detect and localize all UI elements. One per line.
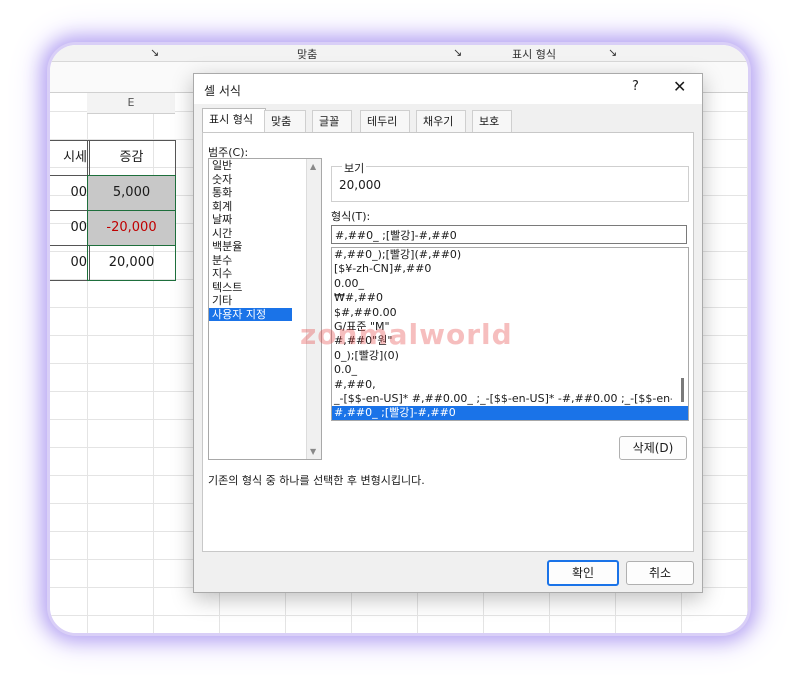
tab-border[interactable]: 테두리: [360, 110, 410, 133]
tab-alignment[interactable]: 맞춤: [264, 110, 306, 133]
category-item[interactable]: 날짜: [209, 213, 321, 227]
alignment-launcher-icon[interactable]: ↘: [150, 46, 159, 59]
cell-e-2[interactable]: -20,000: [87, 210, 176, 246]
watermark: zonmalworld: [300, 318, 513, 351]
category-item[interactable]: 일반: [209, 159, 321, 173]
category-item[interactable]: 기타: [209, 294, 321, 308]
number-launcher-icon[interactable]: ↘: [608, 46, 617, 59]
format-item[interactable]: #,##0_);[빨강](#,##0): [332, 248, 688, 262]
cell-left-1[interactable]: 00: [50, 175, 90, 211]
cell-left-2[interactable]: 00: [50, 210, 90, 246]
category-list[interactable]: 일반 숫자 통화 회계 날짜 시간 백분율 분수 지수 텍스트 기타 사용자 지…: [208, 158, 322, 460]
sample-box: 20,000: [331, 166, 689, 202]
category-item[interactable]: 텍스트: [209, 281, 321, 295]
ribbon-group-number: 표시 형식: [512, 48, 556, 61]
dialog-titlebar: 셀 서식 ? ✕: [194, 74, 702, 104]
header-cell-left[interactable]: 시세: [50, 140, 90, 176]
sample-value: 20,000: [339, 178, 381, 192]
tab-protection[interactable]: 보호: [472, 110, 512, 133]
sample-label: 보기: [342, 160, 367, 176]
category-item[interactable]: 지수: [209, 267, 321, 281]
tab-font[interactable]: 글꼴: [312, 110, 352, 133]
category-item[interactable]: 시간: [209, 227, 321, 241]
category-item-selected[interactable]: 사용자 지정: [209, 307, 292, 321]
format-item[interactable]: _-[$$-en-US]* #,##0.00_ ;_-[$$-en-US]* -…: [332, 392, 672, 406]
tab-number[interactable]: 표시 형식: [202, 108, 266, 134]
category-item[interactable]: 통화: [209, 186, 321, 200]
close-icon[interactable]: ✕: [673, 77, 686, 96]
format-scrollbar-thumb[interactable]: [681, 378, 684, 402]
scroll-down-icon[interactable]: ▼: [310, 447, 316, 456]
ribbon: ↘ 맞춤 ↘ 표시 형식 ↘: [50, 45, 748, 62]
format-item[interactable]: [$¥-zh-CN]#,##0: [332, 262, 688, 276]
description-text: 기존의 형식 중 하나를 선택한 후 변형시킵니다.: [208, 474, 425, 487]
help-icon[interactable]: ?: [632, 79, 639, 94]
format-item-selected[interactable]: #,##0_ ;[빨강]-#,##0: [332, 406, 688, 420]
format-item[interactable]: #,##0,: [332, 378, 688, 392]
type-label: 형식(T):: [331, 210, 371, 223]
tab-fill[interactable]: 채우기: [416, 110, 466, 133]
category-item[interactable]: 백분율: [209, 240, 321, 254]
cell-e-1[interactable]: 5,000: [87, 175, 176, 211]
cancel-button[interactable]: 취소: [626, 561, 694, 585]
dialog-title: 셀 서식: [204, 84, 241, 98]
format-item[interactable]: ₩#,##0: [332, 291, 688, 305]
delete-button[interactable]: 삭제(D): [619, 436, 687, 460]
ribbon-group-alignment: 맞춤: [297, 48, 318, 61]
ok-button[interactable]: 확인: [547, 560, 619, 586]
alignment-launcher-icon-2[interactable]: ↘: [453, 46, 462, 59]
header-cell-e[interactable]: 증감: [87, 140, 176, 176]
category-item[interactable]: 숫자: [209, 173, 321, 187]
cell-e-3[interactable]: 20,000: [87, 245, 176, 281]
category-scrollbar[interactable]: ▲ ▼: [306, 159, 321, 459]
format-item[interactable]: 0.00_: [332, 277, 688, 291]
scroll-up-icon[interactable]: ▲: [310, 162, 316, 171]
type-input[interactable]: #,##0_ ;[빨강]-#,##0: [331, 225, 687, 244]
category-item[interactable]: 회계: [209, 200, 321, 214]
format-item[interactable]: 0.0_: [332, 363, 688, 377]
column-header-e[interactable]: E: [87, 93, 175, 114]
cell-left-3[interactable]: 00: [50, 245, 90, 281]
category-item[interactable]: 분수: [209, 254, 321, 268]
